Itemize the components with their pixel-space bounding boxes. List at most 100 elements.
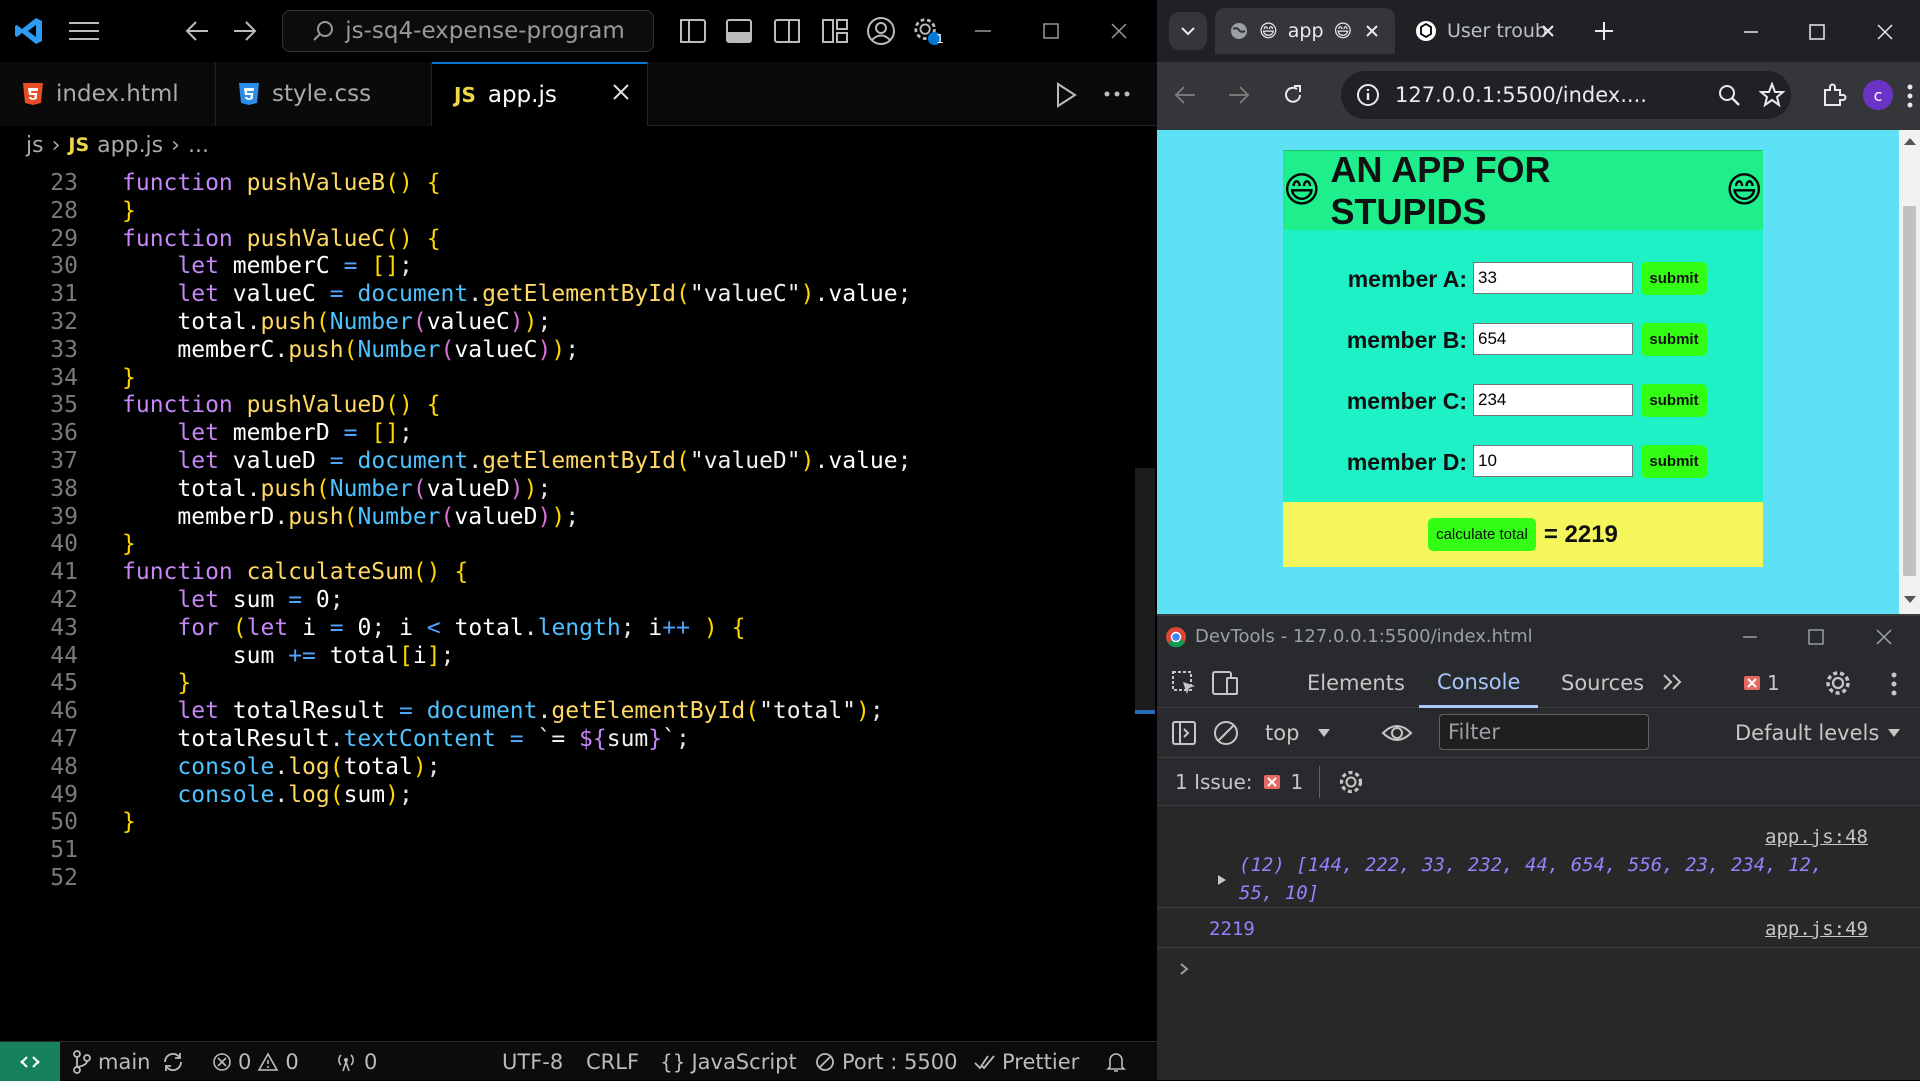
ports-indicator[interactable]: 0	[334, 1042, 377, 1081]
page-scrollbar[interactable]	[1899, 130, 1920, 614]
sync-icon[interactable]	[162, 1042, 184, 1081]
minimize-icon[interactable]	[1741, 22, 1761, 42]
maximize-icon[interactable]	[1036, 16, 1066, 46]
minimize-icon[interactable]	[1741, 628, 1759, 646]
eol-indicator[interactable]: CRLF	[586, 1042, 639, 1081]
editor-scrollbar-thumb[interactable]	[1135, 468, 1155, 712]
back-arrow-icon[interactable]	[1173, 84, 1197, 106]
error-counter[interactable]: 1	[1743, 670, 1780, 696]
close-tab-icon[interactable]	[1541, 24, 1555, 38]
console-prompt-icon[interactable]	[1179, 962, 1189, 976]
code-line[interactable]: memberD.push(Number(valueD));	[122, 500, 579, 534]
extensions-icon[interactable]	[1821, 82, 1847, 108]
forward-arrow-icon[interactable]	[230, 16, 260, 46]
bookmark-star-icon[interactable]	[1759, 82, 1785, 108]
remote-indicator[interactable]	[0, 1042, 60, 1081]
device-toolbar-icon[interactable]	[1211, 670, 1239, 696]
submit-b-button[interactable]: submit	[1641, 323, 1707, 356]
source-link[interactable]: app.js:48	[1765, 826, 1868, 848]
maximize-icon[interactable]	[1807, 22, 1827, 42]
command-center-search[interactable]: js-sq4-expense-program	[282, 10, 654, 52]
source-link[interactable]: app.js:49	[1765, 918, 1868, 940]
array-preview[interactable]: (12) [144, 222, 33, 232, 44, 654, 556, 2…	[1239, 854, 1822, 876]
issues-link[interactable]: 1 Issue: 1	[1175, 758, 1303, 806]
breadcrumb-folder[interactable]: js	[26, 133, 44, 158]
expand-triangle-icon[interactable]	[1217, 874, 1227, 886]
live-expression-eye-icon[interactable]	[1381, 720, 1413, 746]
submit-d-button[interactable]: submit	[1641, 445, 1707, 478]
inspect-element-icon[interactable]	[1171, 670, 1197, 696]
toggle-sidebar-icon[interactable]	[678, 16, 708, 46]
code-line[interactable]: console.log(sum);	[122, 778, 412, 812]
more-actions-icon[interactable]	[1104, 90, 1130, 98]
branch-indicator[interactable]: main	[72, 1042, 150, 1081]
problems-indicator[interactable]: 0 0	[212, 1042, 299, 1081]
profile-avatar[interactable]: c	[1863, 80, 1893, 110]
code-line[interactable]: memberC.push(Number(valueC));	[122, 333, 579, 367]
run-icon[interactable]	[1054, 82, 1078, 108]
tab-index-html[interactable]: index.html	[0, 62, 216, 126]
code-line[interactable]: }	[122, 805, 136, 839]
toggle-panel-icon[interactable]	[724, 16, 754, 46]
scroll-up-icon[interactable]	[1904, 138, 1916, 145]
close-window-icon[interactable]	[1875, 628, 1893, 646]
sidebar-toggle-icon[interactable]	[1171, 720, 1197, 746]
calculate-total-button[interactable]: calculate total	[1428, 518, 1536, 551]
tab-sources[interactable]: Sources	[1561, 658, 1644, 708]
console-settings-gear-icon[interactable]	[1337, 768, 1365, 796]
member-b-input[interactable]: 654	[1473, 323, 1633, 355]
live-server-port[interactable]: Port : 5500	[814, 1042, 958, 1081]
back-arrow-icon[interactable]	[182, 16, 212, 46]
console-filter-input[interactable]: Filter	[1439, 714, 1649, 750]
git-branch-icon	[73, 1049, 91, 1074]
new-tab-plus-icon[interactable]	[1593, 20, 1615, 42]
close-tab-icon[interactable]	[611, 82, 631, 102]
chrome-menu-icon[interactable]	[1907, 84, 1913, 108]
devtools-settings-gear-icon[interactable]	[1823, 668, 1853, 698]
breadcrumb-more[interactable]: ...	[188, 133, 209, 158]
member-row: member C: 234 submit	[1283, 382, 1763, 422]
menu-icon[interactable]	[66, 16, 102, 46]
member-d-input[interactable]: 10	[1473, 445, 1633, 477]
customize-layout-icon[interactable]	[820, 16, 850, 46]
forward-arrow-icon[interactable]	[1227, 84, 1251, 106]
clear-console-icon[interactable]	[1213, 720, 1239, 746]
encoding-indicator[interactable]: UTF-8	[502, 1042, 563, 1081]
minimize-icon[interactable]	[968, 16, 998, 46]
devtools-menu-icon[interactable]	[1891, 672, 1897, 696]
breadcrumb-file[interactable]: app.js	[97, 133, 163, 158]
zoom-icon[interactable]	[1717, 83, 1741, 107]
close-tab-icon[interactable]	[1365, 24, 1379, 38]
prettier-indicator[interactable]: Prettier	[974, 1042, 1079, 1081]
close-window-icon[interactable]	[1104, 16, 1134, 46]
context-selector[interactable]: top	[1265, 708, 1331, 758]
log-levels-dropdown[interactable]: Default levels	[1735, 708, 1901, 758]
tab-search-icon[interactable]	[1169, 12, 1207, 50]
page-scrollbar-thumb[interactable]	[1903, 206, 1916, 576]
settings-gear-icon[interactable]: 1	[912, 16, 944, 46]
toggle-secondary-sidebar-icon[interactable]	[772, 16, 802, 46]
notifications-bell-icon[interactable]	[1106, 1042, 1126, 1081]
error-icon	[213, 1052, 231, 1071]
language-indicator[interactable]: {} JavaScript	[660, 1042, 797, 1081]
code-line[interactable]: function pushValueB() {	[122, 166, 441, 200]
tab-app-js[interactable]: JS app.js	[432, 62, 648, 126]
tab-console[interactable]: Console	[1419, 658, 1539, 708]
tab-style-css[interactable]: style.css	[216, 62, 432, 126]
member-a-input[interactable]: 33	[1473, 262, 1633, 294]
reload-icon[interactable]	[1281, 83, 1305, 107]
more-tabs-icon[interactable]	[1661, 672, 1683, 692]
submit-a-button[interactable]: submit	[1641, 262, 1707, 295]
scroll-down-icon[interactable]	[1904, 596, 1916, 603]
close-window-icon[interactable]	[1875, 22, 1895, 42]
site-info-icon[interactable]	[1355, 82, 1381, 108]
browser-tab-app[interactable]: 😄 app 😄	[1215, 8, 1395, 54]
maximize-icon[interactable]	[1807, 628, 1825, 646]
account-icon[interactable]	[866, 16, 896, 46]
code-editor[interactable]: 23 function pushValueB() {28} 29 function p…	[0, 166, 1130, 1041]
tab-elements[interactable]: Elements	[1307, 658, 1405, 708]
browser-tab-user-trouble[interactable]: User troub	[1401, 8, 1569, 54]
app-header: 😄 AN APP FOR STUPIDS 😄	[1283, 149, 1763, 232]
submit-c-button[interactable]: submit	[1641, 384, 1707, 417]
member-c-input[interactable]: 234	[1473, 384, 1633, 416]
